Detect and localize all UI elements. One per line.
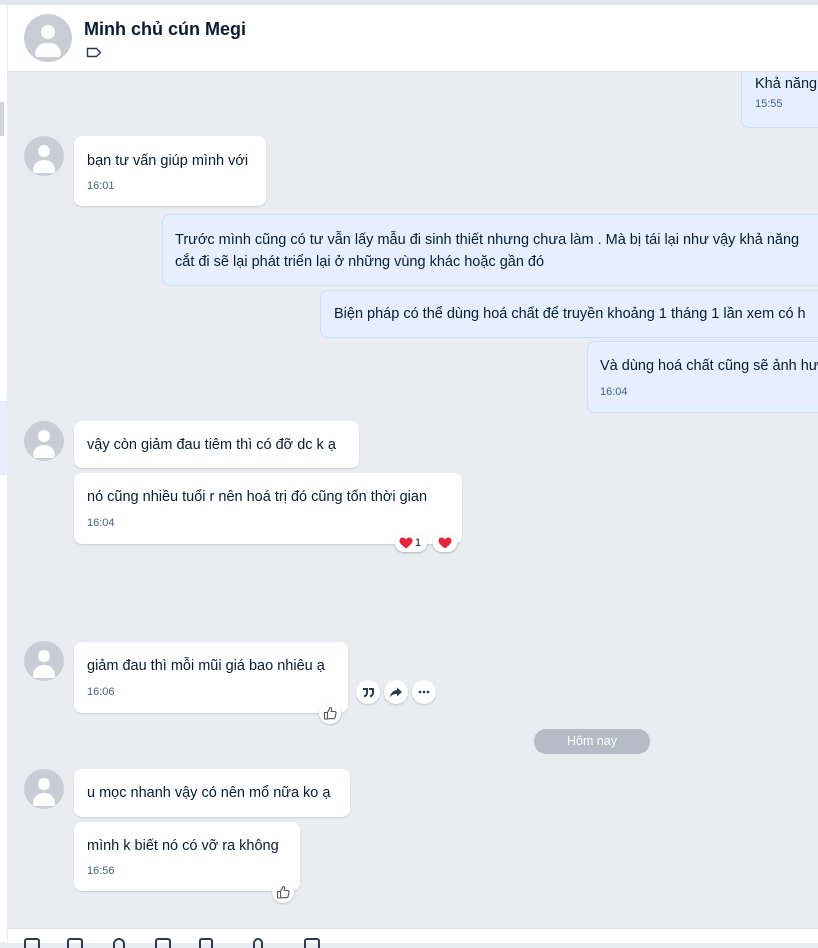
sticker-icon[interactable] — [24, 938, 40, 948]
more-options-button[interactable] — [412, 680, 436, 704]
more-icon — [418, 690, 430, 694]
reply-quote-button[interactable] — [356, 680, 380, 704]
sidebar-scroll-mark — [0, 102, 4, 136]
chat-header: Minh chủ cún Megi — [8, 5, 818, 72]
message-time: 16:04 — [600, 386, 628, 398]
sender-avatar[interactable] — [24, 421, 64, 461]
message-time: 16:04 — [87, 517, 115, 529]
screenshot-icon[interactable] — [155, 938, 171, 948]
heart-icon — [399, 537, 413, 549]
forward-icon — [390, 687, 402, 698]
message-time: 16:06 — [87, 686, 115, 698]
sender-avatar[interactable] — [24, 641, 64, 681]
sender-avatar[interactable] — [24, 136, 64, 176]
thumbs-up-icon — [276, 885, 290, 899]
their-message[interactable]: mình k biết nó có vỡ ra không 16:56 — [74, 822, 300, 891]
like-reaction-button[interactable] — [272, 881, 294, 903]
message-text: Và dùng hoá chất cũng sẽ ảnh hư — [600, 358, 818, 374]
message-text: Biện pháp có thể dùng hoá chất để truyền… — [334, 306, 806, 322]
tag-outline-icon[interactable] — [86, 47, 102, 58]
sidebar-edge — [0, 5, 7, 942]
message-text-line: cắt đi sẽ lại phát triển lại ở những vùn… — [175, 254, 545, 270]
contact-avatar[interactable] — [24, 14, 72, 62]
contact-card-icon[interactable] — [199, 938, 213, 948]
my-message[interactable]: Và dùng hoá chất cũng sẽ ảnh hư 16:04 — [587, 341, 818, 413]
reaction-count: 1 — [415, 537, 422, 549]
their-message[interactable]: vậy còn giảm đau tiêm thì có đỡ dc k ạ — [74, 421, 359, 468]
message-text: u mọc nhanh vậy có nên mổ nữa ko ạ — [87, 785, 331, 801]
my-message[interactable]: Trước mình cũng có tư vẫn lấy mẫu đi sin… — [162, 214, 818, 286]
composer-toolbar — [8, 928, 818, 948]
my-message[interactable]: Biện pháp có thể dùng hoá chất để truyền… — [320, 290, 818, 338]
reaction-summary[interactable]: 1 — [395, 534, 427, 552]
message-text: nó cũng nhiều tuổi r nên hoá trị đó cũng… — [87, 489, 428, 505]
message-time: 16:56 — [87, 865, 115, 877]
message-text: mình k biết nó có vỡ ra không — [87, 838, 279, 854]
day-divider: Hôm nay — [534, 729, 650, 754]
attachment-icon[interactable] — [113, 938, 125, 948]
format-text-icon[interactable] — [304, 938, 320, 948]
react-heart-button[interactable] — [433, 534, 457, 552]
heart-icon — [438, 537, 452, 549]
sidebar-active-item[interactable] — [0, 401, 7, 475]
image-icon[interactable] — [67, 938, 83, 948]
message-time: 15:55 — [755, 98, 783, 110]
message-text: vậy còn giảm đau tiêm thì có đỡ dc k ạ — [87, 437, 336, 453]
message-list[interactable]: Khả năng 15:55 bạn tư vấn giúp mình với … — [8, 72, 818, 928]
my-message[interactable]: Khả năng 15:55 — [741, 72, 818, 128]
contact-name[interactable]: Minh chủ cún Megi — [84, 19, 246, 40]
their-message[interactable]: giảm đau thì mỗi mũi giá bao nhiêu ạ 16:… — [74, 642, 348, 713]
message-text: bạn tư vấn giúp mình với — [87, 153, 249, 169]
their-message[interactable]: bạn tư vấn giúp mình với 16:01 — [74, 136, 266, 206]
sender-avatar[interactable] — [24, 769, 64, 809]
reminder-icon[interactable] — [253, 938, 263, 948]
forward-button[interactable] — [384, 680, 408, 704]
their-message[interactable]: u mọc nhanh vậy có nên mổ nữa ko ạ — [74, 769, 350, 817]
message-text: Khả năng — [755, 76, 818, 92]
like-reaction-button[interactable] — [319, 702, 341, 724]
message-text: giảm đau thì mỗi mũi giá bao nhiêu ạ — [87, 658, 325, 674]
thumbs-up-icon — [323, 706, 337, 720]
message-text-line: Trước mình cũng có tư vẫn lấy mẫu đi sin… — [175, 232, 800, 248]
quote-icon — [363, 688, 374, 698]
message-time: 16:01 — [87, 180, 115, 192]
